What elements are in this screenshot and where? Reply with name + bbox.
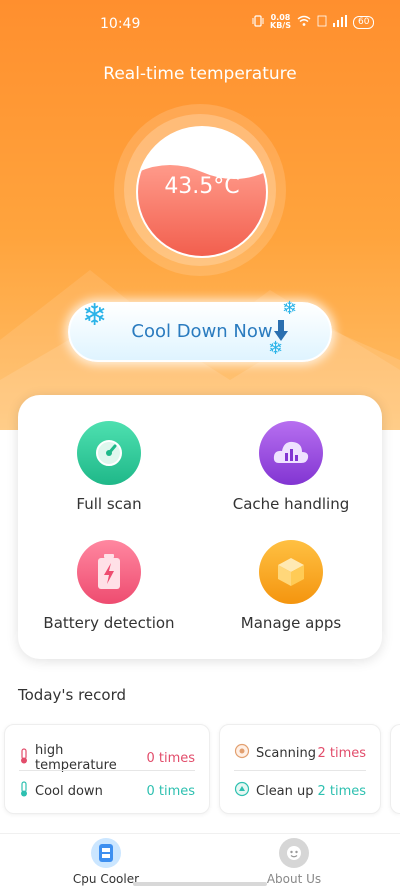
record-value: 0 times (146, 783, 195, 799)
cool-down-label: Cool Down Now (131, 321, 273, 342)
feature-full-scan[interactable]: Full scan (18, 421, 200, 513)
net-speed: 0.08 KB/S (270, 14, 291, 30)
wifi-icon (297, 15, 311, 30)
nav-cpu-cooler[interactable]: Cpu Cooler (36, 838, 176, 886)
volte-icon (317, 15, 327, 30)
battery-icon (77, 540, 141, 604)
feature-label: Battery detection (43, 614, 175, 632)
home-indicator[interactable] (133, 882, 267, 886)
cloud-chart-icon (259, 421, 323, 485)
record-row: Cool down 0 times (19, 781, 195, 801)
record-label: high temperature (35, 743, 117, 773)
status-icons: 0.08 KB/S 60 (252, 14, 375, 30)
feature-battery-detection[interactable]: Battery detection (18, 540, 200, 632)
record-card-temperature: high temperature 0 times Cool down 0 tim… (4, 724, 210, 814)
record-card-scanning: Scanning 2 times Clean up 2 times (219, 724, 381, 814)
page-title: Real-time temperature (103, 64, 297, 84)
bottom-nav: Cpu Cooler About Us (0, 833, 400, 889)
battery-indicator: 60 (352, 15, 375, 29)
nav-about-us[interactable]: About Us (224, 838, 364, 886)
feature-cache-handling[interactable]: Cache handling (200, 421, 382, 513)
feature-label: Cache handling (232, 495, 350, 513)
record-value: 0 times (146, 750, 195, 766)
divider (19, 770, 195, 771)
temperature-value: 43.5°C (164, 174, 240, 199)
cool-down-button[interactable]: ❄ Cool Down Now ❄ ❄ (68, 298, 332, 362)
record-label: Cool down (35, 783, 103, 799)
speedometer-icon (77, 421, 141, 485)
thermometer-icon (19, 781, 29, 801)
about-us-icon (279, 838, 309, 868)
record-row: Clean up 2 times (234, 781, 366, 801)
record-value: 2 times (317, 745, 366, 761)
record-value: 2 times (317, 783, 366, 799)
snowflake-icon: ❄ (282, 298, 298, 319)
divider (234, 770, 366, 771)
record-label: Clean up (256, 783, 314, 799)
box-icon (259, 540, 323, 604)
temperature-gauge: 43.5°C (136, 126, 268, 258)
scan-icon (234, 743, 250, 763)
clean-icon (234, 781, 250, 801)
record-title: Today's record (18, 686, 127, 704)
cpu-cooler-icon (91, 838, 121, 868)
status-bar: 10:49 0.08 KB/S 60 (0, 0, 400, 50)
feature-manage-apps[interactable]: Manage apps (200, 540, 382, 632)
vibrate-icon (252, 14, 264, 30)
thermometer-icon (19, 748, 29, 768)
signal-icon (332, 14, 347, 30)
record-row: high temperature 0 times (19, 743, 195, 773)
status-time: 10:49 (100, 16, 141, 32)
record-row: Scanning 2 times (234, 743, 366, 763)
record-label: Scanning (256, 745, 316, 761)
record-card-partial (390, 724, 400, 814)
net-speed-unit: KB/S (270, 21, 291, 30)
features-panel: Full scan Cache handling Battery detecti… (18, 395, 382, 659)
feature-label: Manage apps (240, 614, 342, 632)
feature-label: Full scan (76, 495, 142, 513)
snowflake-icon: ❄ (268, 338, 284, 359)
